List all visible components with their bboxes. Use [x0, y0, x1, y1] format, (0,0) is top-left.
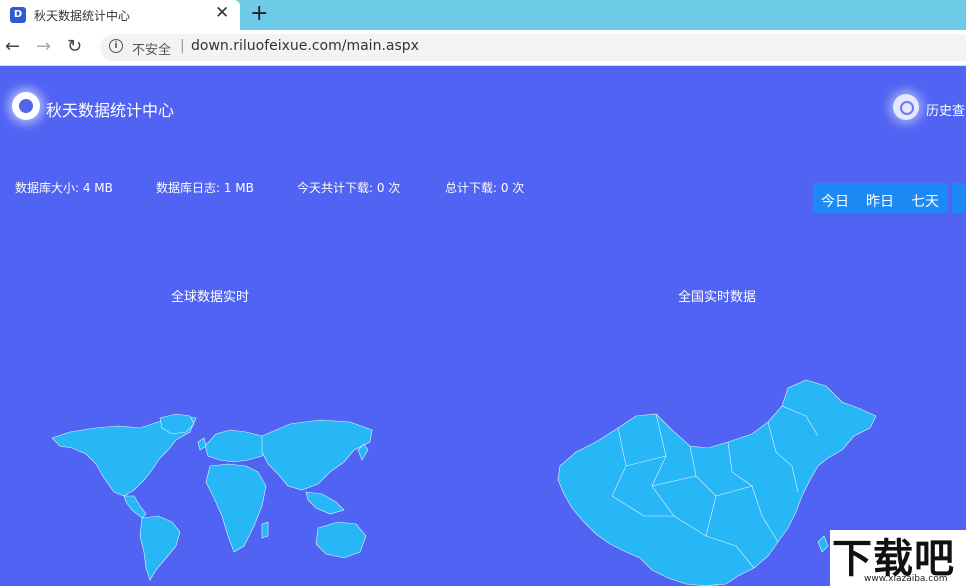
site-title: 秋天数据统计中心 — [46, 97, 174, 121]
site-favicon-icon: D — [10, 7, 26, 23]
europe-region — [205, 430, 270, 462]
dashboard-page: 秋天数据统计中心 历史查 数据库大小: 4 MB 数据库日志: 1 MB 今天共… — [0, 66, 966, 586]
url-divider: | — [180, 38, 185, 54]
forward-button[interactable]: → — [36, 36, 51, 57]
security-status[interactable]: 不安全 — [132, 39, 171, 58]
australia-region — [316, 522, 366, 558]
tab-title: 秋天数据统计中心 — [34, 7, 130, 24]
madagascar-region — [262, 522, 268, 538]
stat-db-size: 数据库大小: 4 MB — [15, 179, 113, 196]
stat-db-log: 数据库日志: 1 MB — [156, 179, 254, 196]
range-yesterday-button[interactable]: 昨日 — [866, 191, 894, 211]
watermark-url: www.xiazaiba.com — [864, 574, 948, 584]
new-tab-button[interactable]: + — [250, 1, 268, 26]
stat-total-downloads: 总计下载: 0 次 — [445, 179, 524, 196]
range-seven-days-button[interactable]: 七天 — [911, 191, 939, 211]
taiwan-region — [818, 536, 828, 552]
china-region — [558, 380, 876, 586]
china-map-title: 全国实时数据 — [678, 286, 756, 305]
reload-button[interactable]: ↻ — [67, 36, 82, 57]
history-link[interactable]: 历史查 — [926, 100, 966, 119]
url-field[interactable]: i 不安全 | down.riluofeixue.com/main.aspx — [100, 34, 966, 61]
uk-region — [198, 438, 206, 450]
url-text[interactable]: down.riluofeixue.com/main.aspx — [191, 38, 419, 54]
south-america-region — [140, 516, 180, 580]
central-america-region — [124, 496, 146, 518]
back-button[interactable]: ← — [5, 36, 20, 57]
browser-tab[interactable]: D 秋天数据统计中心 ✕ — [0, 0, 240, 30]
watermark-logo: 下载吧 www.xiazaiba.com — [830, 530, 966, 586]
history-icon[interactable] — [893, 94, 919, 120]
site-logo-icon — [12, 92, 40, 120]
range-today-button[interactable]: 今日 — [821, 191, 849, 211]
address-bar: ← → ↻ i 不安全 | down.riluofeixue.com/main.… — [0, 30, 966, 66]
world-map[interactable] — [0, 346, 400, 586]
site-info-icon[interactable]: i — [109, 39, 123, 53]
tab-strip: D 秋天数据统计中心 ✕ + — [0, 0, 966, 30]
asia-region — [262, 420, 372, 490]
date-range-selector: 今日 昨日 七天 — [813, 183, 948, 213]
southeast-asia-region — [306, 492, 344, 514]
africa-region — [206, 464, 266, 552]
close-tab-icon[interactable]: ✕ — [215, 3, 229, 23]
stat-today-downloads: 今天共计下载: 0 次 — [297, 179, 400, 196]
world-map-title: 全球数据实时 — [171, 286, 249, 305]
range-more-button[interactable] — [952, 183, 966, 213]
